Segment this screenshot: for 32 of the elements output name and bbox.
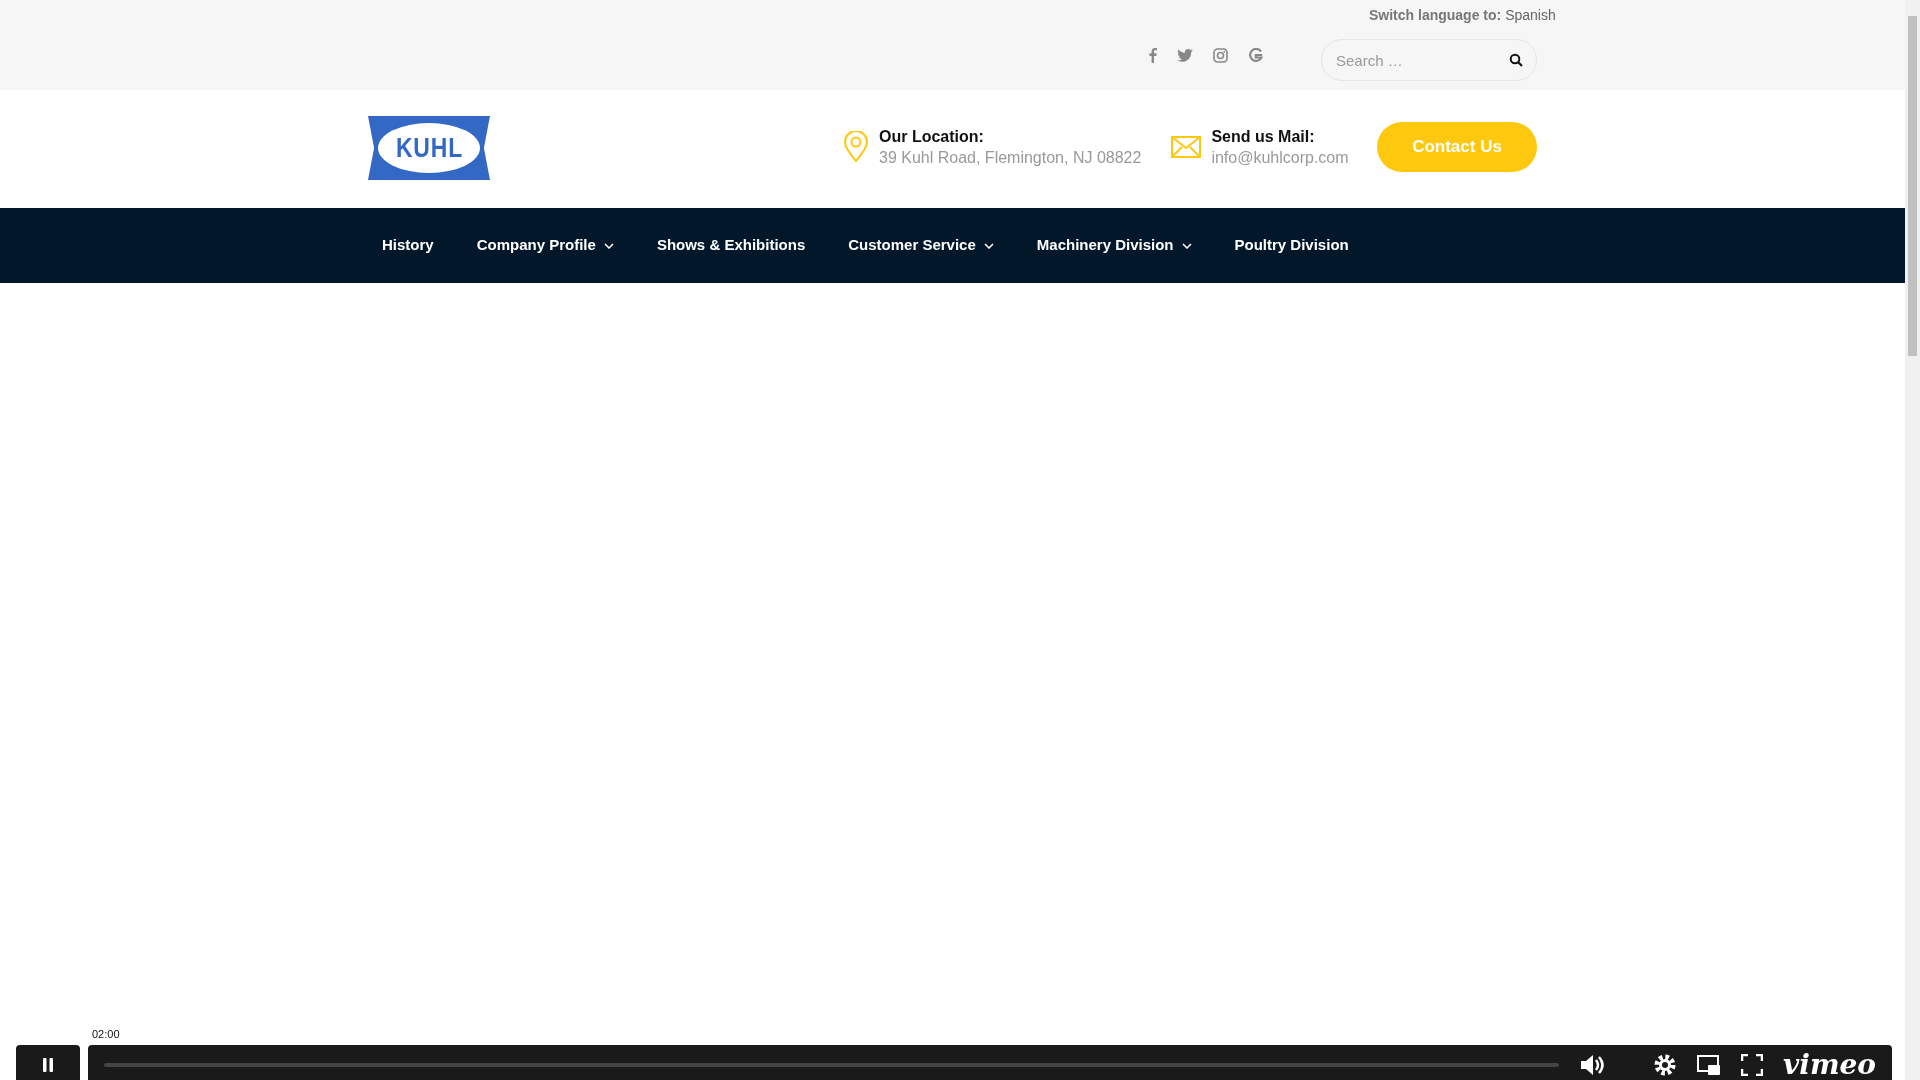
fullscreen-icon[interactable]	[1740, 1054, 1763, 1076]
language-label: Switch language to:	[1369, 7, 1502, 23]
google-icon[interactable]	[1248, 48, 1263, 63]
nav-link[interactable]: Shows & Exhibitions	[656, 234, 806, 257]
search-field[interactable]: Search …	[1321, 39, 1537, 81]
vimeo-logo[interactable]: vimeo	[1782, 1051, 1876, 1079]
chevron-down-icon	[983, 242, 994, 249]
kuhl-logo[interactable]: KUHL	[368, 116, 490, 180]
settings-icon[interactable]	[1652, 1053, 1677, 1077]
facebook-icon[interactable]	[1149, 48, 1157, 63]
language-link[interactable]: Spanish	[1505, 7, 1556, 23]
envelope-icon	[1171, 136, 1202, 158]
nav-link[interactable]: Customer Service	[848, 234, 994, 257]
pause-button[interactable]	[16, 1045, 80, 1080]
chevron-down-icon	[1181, 242, 1192, 249]
volume-icon[interactable]	[1578, 1053, 1605, 1077]
contact-title: Send us Mail:	[1211, 127, 1316, 147]
nav-link[interactable]: Machinery Division	[1036, 234, 1192, 257]
twitter-icon[interactable]	[1177, 49, 1193, 62]
scrollbar[interactable]	[1905, 0, 1920, 1080]
contact-value: info@kuhlcorp.com	[1211, 148, 1349, 168]
nav-link[interactable]: Company Profile	[476, 234, 614, 257]
chevron-down-icon	[603, 242, 614, 249]
nav-link[interactable]: History	[382, 234, 434, 257]
pause-icon	[43, 1058, 53, 1072]
nav-link[interactable]: Poultry Division	[1234, 234, 1349, 257]
picture-in-picture-icon[interactable]	[1696, 1054, 1721, 1076]
search-icon[interactable]	[1509, 53, 1523, 67]
contact-title: Our Location:	[879, 127, 985, 147]
contact-value: 39 Kuhl Road, Flemington, NJ 08822	[879, 148, 1142, 168]
instagram-icon[interactable]	[1213, 48, 1228, 63]
location-pin-icon	[843, 131, 869, 163]
